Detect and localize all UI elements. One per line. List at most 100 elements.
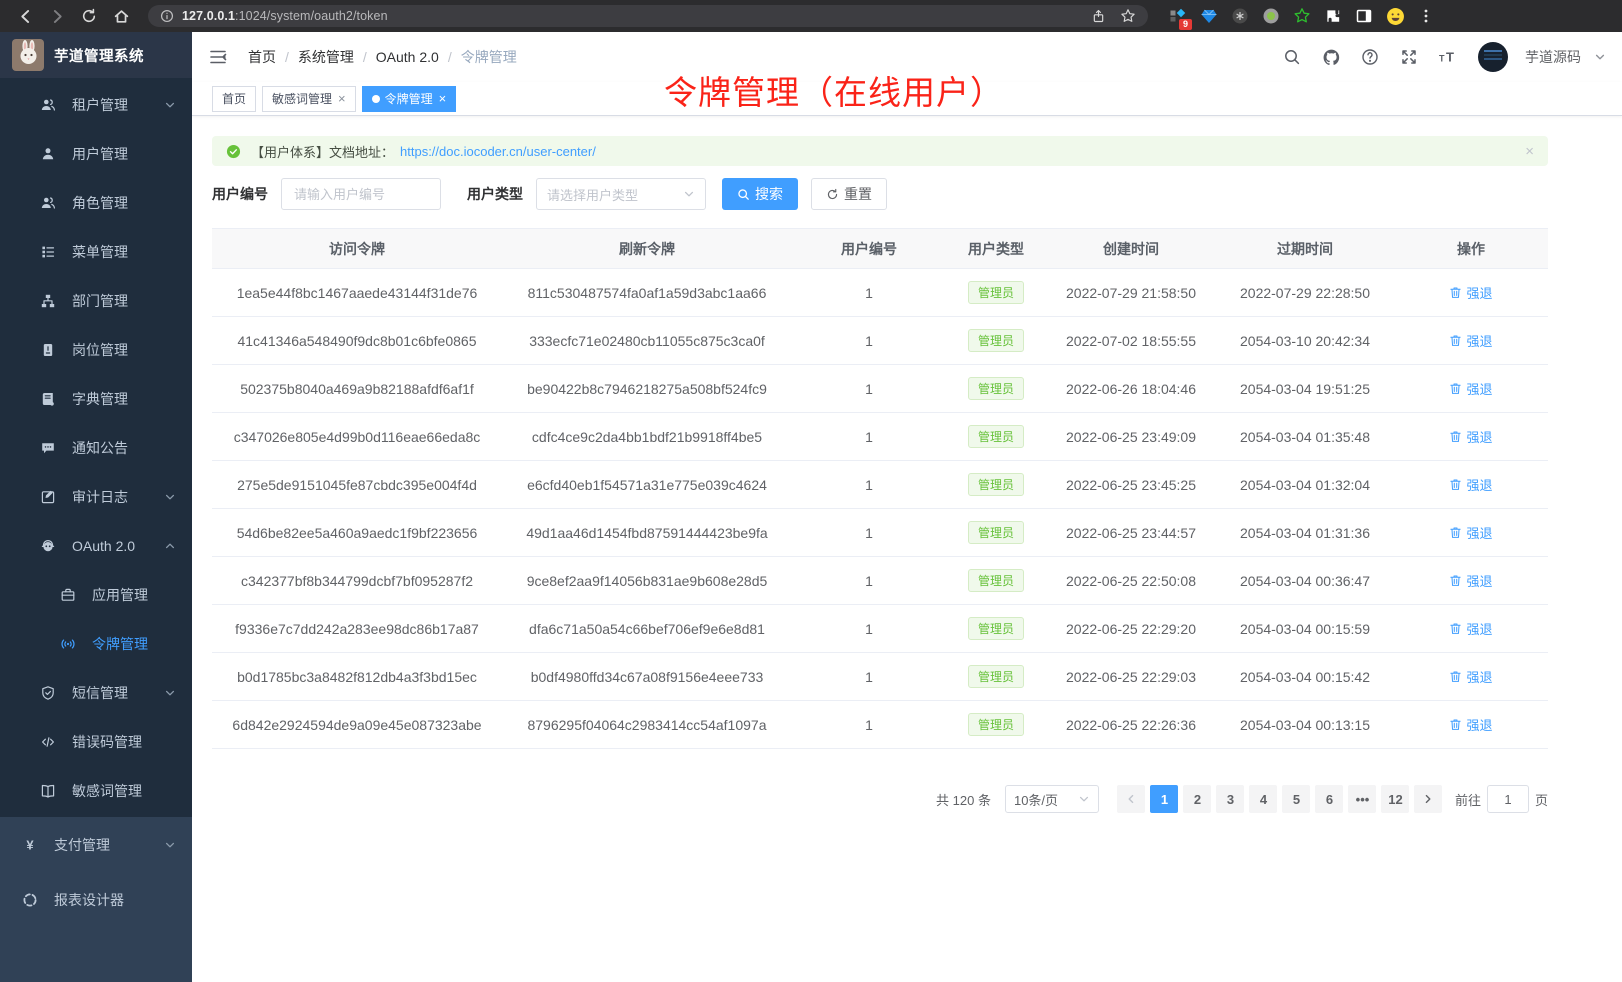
force-logout-button[interactable]: 强退 [1449,379,1492,398]
tab-token[interactable]: 令牌管理× [362,86,457,112]
force-logout-button[interactable]: 强退 [1449,715,1492,734]
browser-forward-icon[interactable] [44,3,70,29]
reset-button[interactable]: 重置 [811,178,887,210]
extension-gem-icon[interactable] [1199,6,1219,26]
force-logout-label: 强退 [1466,331,1492,350]
profile-emoji-icon[interactable] [1385,6,1405,26]
browser-home-icon[interactable] [108,3,134,29]
tab-close-icon[interactable]: × [439,92,447,105]
cell-user-id: 1 [792,557,946,605]
tab-home[interactable]: 首页 [212,86,256,112]
sidebar-item-error-code[interactable]: 错误码管理 [0,717,192,766]
page-button-5[interactable]: 5 [1282,785,1310,813]
address-bar[interactable]: 127.0.0.1:1024/system/oauth2/token [148,5,1148,27]
sidebar-item-menu[interactable]: 菜单管理 [0,227,192,276]
alert-doc-link[interactable]: https://doc.iocoder.cn/user-center/ [400,144,596,159]
force-logout-label: 强退 [1466,379,1492,398]
header-search-icon[interactable] [1277,42,1307,72]
search-button[interactable]: 搜索 [722,178,798,210]
sidebar-item-pay[interactable]: ¥支付管理 [0,817,192,872]
sidebar-item-audit-log[interactable]: 审计日志 [0,472,192,521]
breadcrumb-item[interactable]: OAuth 2.0 [376,49,439,65]
user-type-badge: 管理员 [968,569,1024,592]
sidebar-item-sensitive-word[interactable]: 敏感词管理 [0,766,192,815]
page-button-4[interactable]: 4 [1249,785,1277,813]
table-row: b0d1785bc3a8482f812db4a3f3bd15ecb0df4980… [212,653,1548,701]
sidebar-item-notice[interactable]: 通知公告 [0,423,192,472]
extension-puzzle-icon[interactable] [1323,6,1343,26]
user-type-badge: 管理员 [968,329,1024,352]
cell-expire-time: 2022-07-29 22:28:50 [1216,269,1394,317]
force-logout-button[interactable]: 强退 [1449,475,1492,494]
breadcrumb-item[interactable]: 首页 [248,47,276,67]
force-logout-button[interactable]: 强退 [1449,427,1492,446]
force-logout-label: 强退 [1466,715,1492,734]
extension-sidepanel-icon[interactable] [1354,6,1374,26]
force-logout-button[interactable]: 强退 [1449,523,1492,542]
browser-back-icon[interactable] [12,3,38,29]
user-type-select[interactable]: 请选择用户类型 [536,178,706,210]
chevron-down-icon [164,491,176,503]
chevron-down-icon[interactable] [1594,51,1606,63]
sidebar-item-role[interactable]: 角色管理 [0,178,192,227]
font-size-icon[interactable]: TT [1433,42,1463,72]
force-logout-button[interactable]: 强退 [1449,667,1492,686]
user-avatar[interactable] [1478,42,1508,72]
site-info-icon[interactable] [160,9,174,23]
extension-record-circle-icon[interactable] [1261,6,1281,26]
svg-text:T: T [1439,54,1445,64]
next-page-button[interactable] [1414,785,1442,813]
username[interactable]: 芋道源码 [1525,47,1581,67]
sidebar-logo[interactable]: 芋道管理系统 [0,32,192,78]
page-button-1[interactable]: 1 [1150,785,1178,813]
sidebar-item-oauth2-token[interactable]: 令牌管理 [0,619,192,668]
force-logout-button[interactable]: 强退 [1449,619,1492,638]
extension-dark-circle-icon[interactable] [1230,6,1250,26]
chevron-up-icon [164,540,176,552]
force-logout-button[interactable]: 强退 [1449,571,1492,590]
user-id-input[interactable] [281,178,441,210]
fullscreen-icon[interactable] [1394,42,1424,72]
chevron-down-icon [683,188,695,200]
extension-grid-icon[interactable]: 9 [1168,6,1188,26]
sidebar-item-oauth2-app[interactable]: 应用管理 [0,570,192,619]
breadcrumb-item[interactable]: 系统管理 [298,47,354,67]
sidebar-item-post[interactable]: 岗位管理 [0,325,192,374]
signal-icon [60,636,76,652]
page-button-more[interactable]: ••• [1348,785,1376,813]
force-logout-button[interactable]: 强退 [1449,283,1492,302]
bookmark-star-icon[interactable] [1120,8,1136,24]
page-button-3[interactable]: 3 [1216,785,1244,813]
search-button-label: 搜索 [755,184,783,204]
sidebar-item-dict[interactable]: 字典管理 [0,374,192,423]
github-icon[interactable] [1316,42,1346,72]
alert-close-icon[interactable]: × [1525,143,1534,160]
share-icon[interactable] [1091,9,1106,24]
page-size-select[interactable]: 10条/页 [1005,785,1099,813]
tab-close-icon[interactable]: × [338,92,346,105]
sidebar-item-oauth2[interactable]: OAuth 2.0 [0,521,192,570]
cell-access-token: c342377bf8b344799dcbf7bf095287f2 [212,557,502,605]
sidebar-toggle-icon[interactable] [208,46,230,68]
browser-menu-icon[interactable] [1416,6,1436,26]
extension-green-star-icon[interactable] [1292,6,1312,26]
main-area: 首页/系统管理/OAuth 2.0/令牌管理 TT 芋道源码 首页敏感词管理×令… [192,32,1622,833]
sidebar-item-dept[interactable]: 部门管理 [0,276,192,325]
page-size-value: 10条/页 [1014,790,1058,809]
prev-page-button[interactable] [1117,785,1145,813]
goto-page-input[interactable] [1487,785,1529,813]
sidebar-item-sms[interactable]: 短信管理 [0,668,192,717]
tab-sensitive-word[interactable]: 敏感词管理× [262,86,356,112]
sidebar-item-tenant[interactable]: 租户管理 [0,80,192,129]
force-logout-button[interactable]: 强退 [1449,331,1492,350]
page-button-6[interactable]: 6 [1315,785,1343,813]
cell-create-time: 2022-07-02 18:55:55 [1046,317,1216,365]
page-button-2[interactable]: 2 [1183,785,1211,813]
sidebar-item-report-designer[interactable]: 报表设计器 [0,872,192,927]
cell-expire-time: 2054-03-04 00:13:15 [1216,701,1394,749]
sidebar-item-user[interactable]: 用户管理 [0,129,192,178]
browser-reload-icon[interactable] [76,3,102,29]
help-icon[interactable] [1355,42,1385,72]
column-header: 刷新令牌 [502,229,792,269]
page-button-12[interactable]: 12 [1381,785,1409,813]
